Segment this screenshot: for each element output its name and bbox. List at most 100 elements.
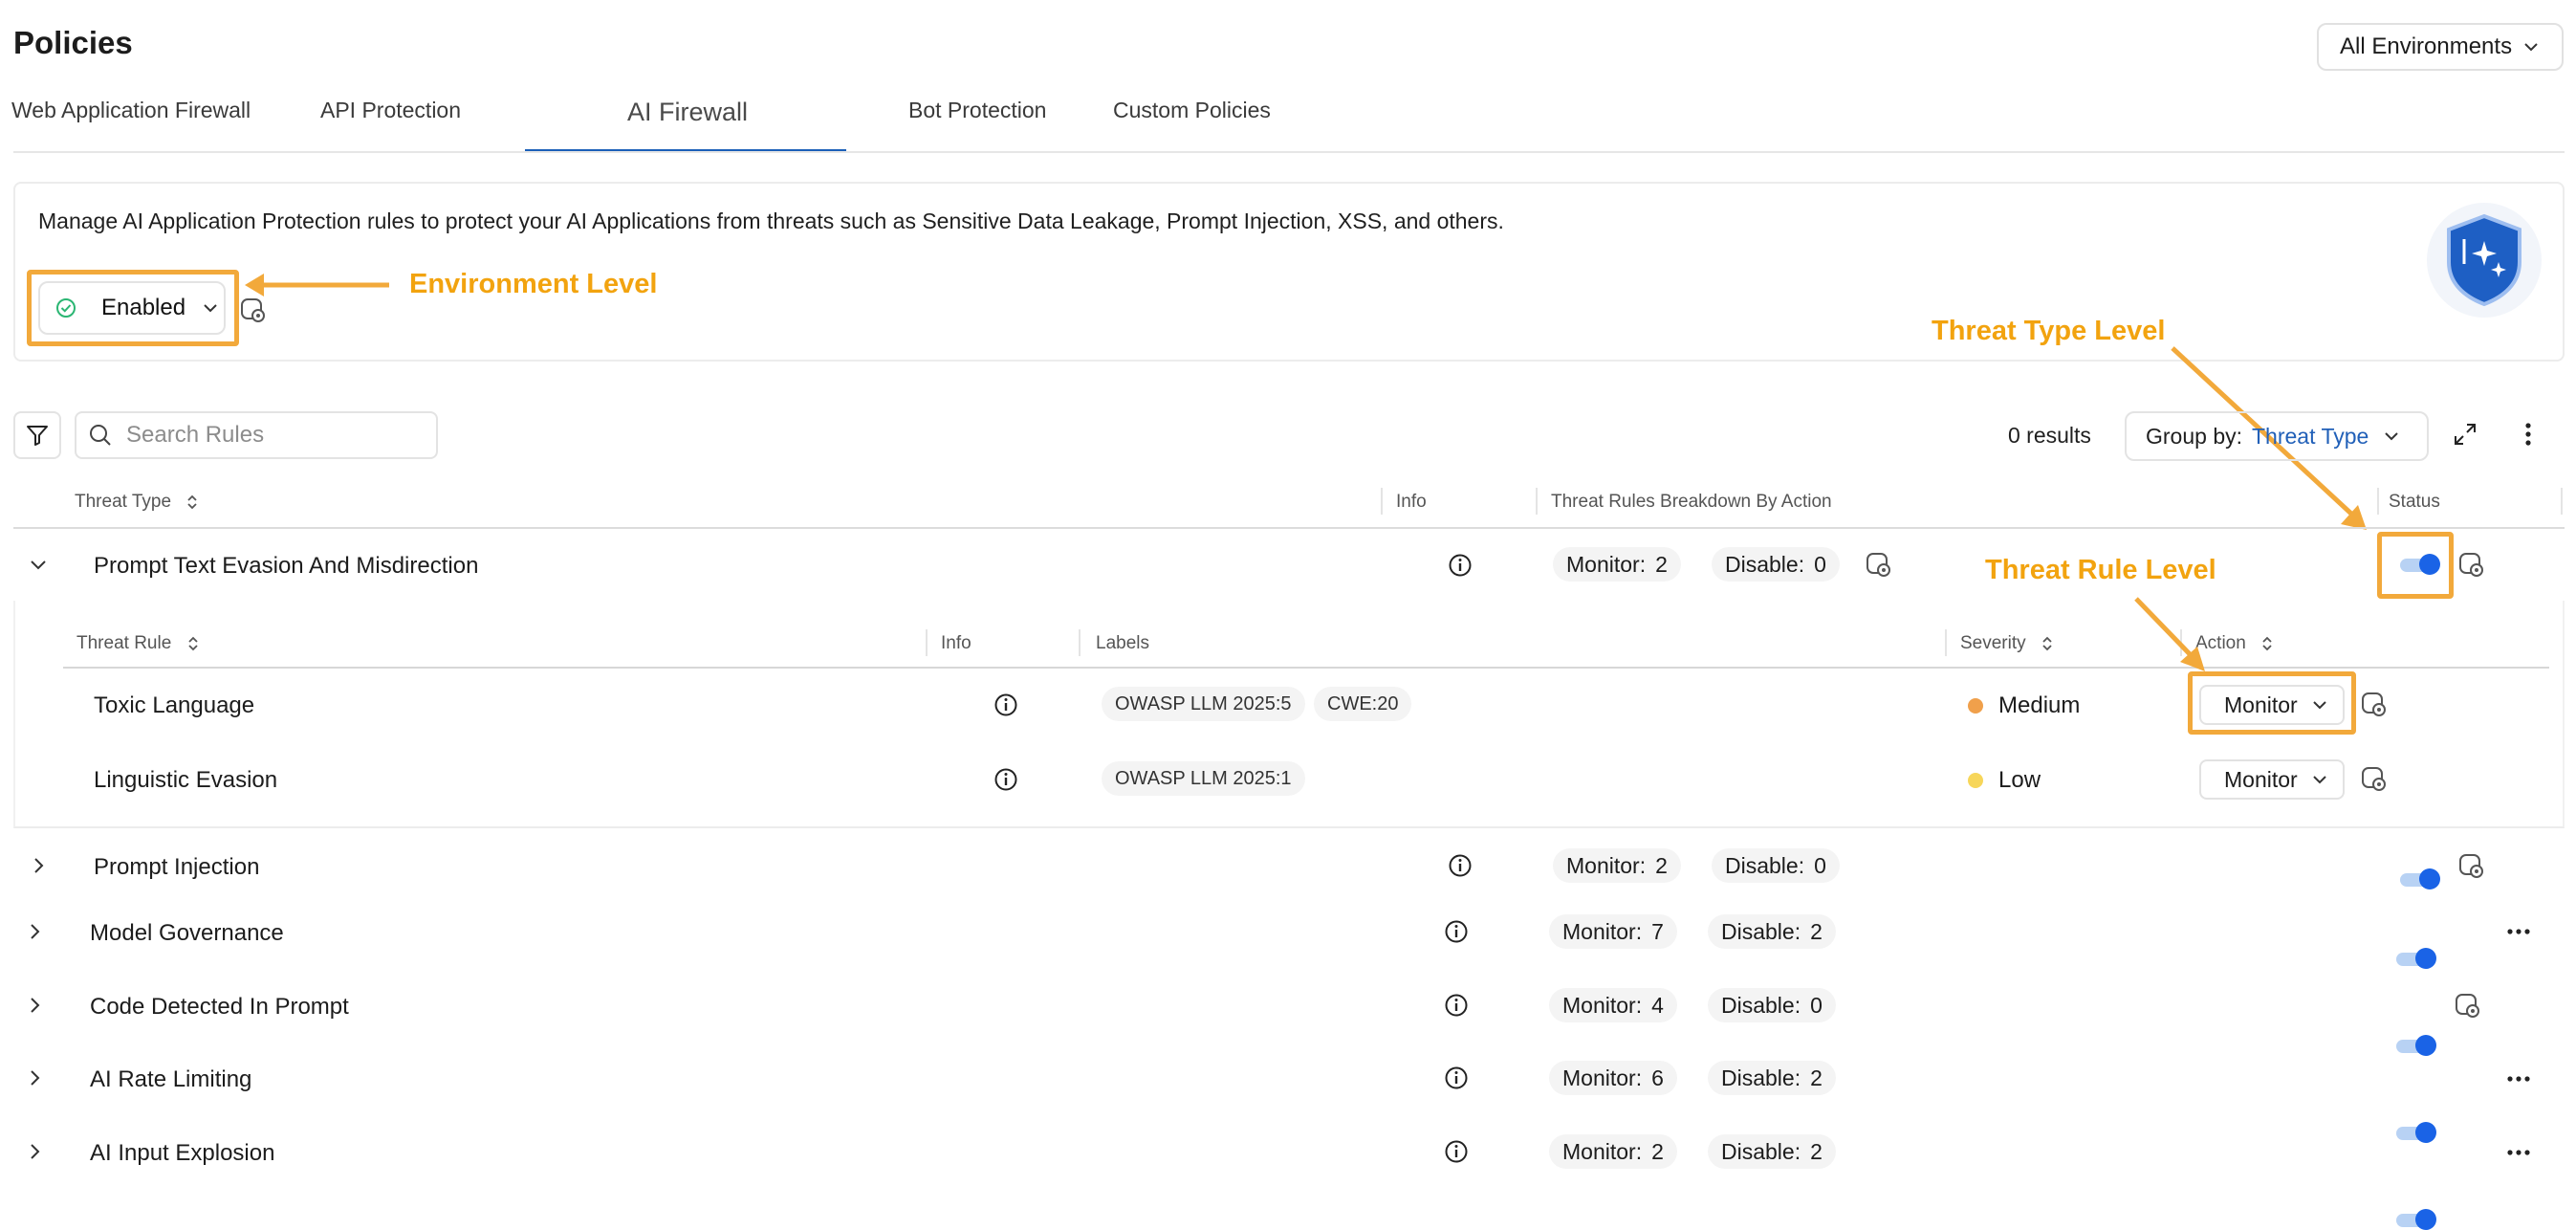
label-chip: OWASP LLM 2025:1	[1102, 761, 1305, 796]
disable-label: Disable:	[1721, 1138, 1801, 1164]
disable-label: Disable:	[1725, 852, 1805, 878]
monitor-count-pill: Monitor: 4	[1549, 988, 1677, 1022]
action-select[interactable]: Monitor	[2199, 759, 2345, 800]
expand-icon[interactable]	[2452, 421, 2478, 448]
threat-type-status-toggle[interactable]	[2396, 1035, 2436, 1056]
tab-ai-firewall[interactable]: AI Firewall	[627, 98, 748, 127]
disable-count: 0	[1810, 992, 1823, 1018]
info-icon[interactable]	[1444, 1065, 1469, 1090]
more-options-icon[interactable]	[2515, 421, 2542, 448]
disable-label: Disable:	[1721, 992, 1801, 1018]
policy-settings-icon[interactable]	[2454, 992, 2480, 1019]
monitor-label: Monitor:	[1562, 1138, 1643, 1164]
info-icon[interactable]	[1448, 853, 1473, 878]
severity-low-dot	[1968, 773, 1983, 788]
monitor-count-pill: Monitor: 6	[1549, 1061, 1677, 1095]
sort-icon	[186, 493, 199, 512]
column-divider	[1945, 629, 1947, 656]
tab-bot-protection[interactable]: Bot Protection	[908, 98, 1046, 123]
info-icon[interactable]	[1444, 919, 1469, 944]
chevron-down-icon	[2521, 37, 2541, 56]
threat-type-level-label: Threat Type Level	[1932, 316, 2166, 346]
filter-button[interactable]	[13, 411, 61, 459]
threat-type-status-toggle[interactable]	[2396, 948, 2436, 969]
disable-count-pill: Disable: 2	[1708, 914, 1836, 949]
column-divider	[2377, 488, 2379, 515]
column-severity[interactable]: Severity	[1960, 633, 2054, 654]
chevron-right-icon[interactable]	[23, 1140, 46, 1163]
search-rules-field[interactable]	[75, 411, 438, 459]
disable-label: Disable:	[1725, 551, 1805, 577]
chevron-right-icon[interactable]	[23, 1066, 46, 1089]
monitor-count: 2	[1655, 551, 1668, 577]
threat-rule-level-highlight	[2188, 671, 2356, 735]
search-input[interactable]	[124, 421, 415, 450]
column-threat-rule-label: Threat Rule	[76, 633, 172, 653]
disable-count: 2	[1810, 1065, 1823, 1090]
info-icon[interactable]	[1444, 1139, 1469, 1164]
monitor-label: Monitor:	[1562, 992, 1643, 1018]
info-icon[interactable]	[993, 767, 1018, 792]
group-by-select[interactable]: Group by: Threat Type	[2125, 411, 2429, 461]
disable-count: 2	[1810, 1138, 1823, 1164]
tab-api-protection[interactable]: API Protection	[320, 98, 461, 123]
policy-settings-icon[interactable]	[2360, 691, 2387, 717]
more-icon[interactable]	[2505, 1065, 2532, 1092]
monitor-count-pill: Monitor: 2	[1553, 848, 1681, 883]
threat-type-name: Prompt Injection	[94, 854, 260, 880]
column-threat-type[interactable]: Threat Type	[75, 492, 199, 513]
severity-value: Low	[1998, 767, 2041, 793]
label-chip: OWASP LLM 2025:5	[1102, 687, 1305, 721]
policy-settings-icon[interactable]	[1865, 551, 1891, 578]
monitor-count: 6	[1651, 1065, 1664, 1090]
threat-type-status-toggle[interactable]	[2400, 868, 2440, 890]
chevron-down-icon	[2382, 427, 2401, 446]
threat-type-level-highlight	[2377, 532, 2454, 599]
policy-settings-icon[interactable]	[2457, 852, 2484, 879]
column-threat-rule[interactable]: Threat Rule	[76, 633, 200, 654]
threat-type-status-toggle[interactable]	[2396, 1122, 2436, 1143]
threat-type-name: Prompt Text Evasion And Misdirection	[94, 553, 479, 579]
threat-rule-name: Toxic Language	[94, 692, 255, 718]
disable-count-pill: Disable: 0	[1712, 547, 1840, 582]
disable-count-pill: Disable: 0	[1708, 988, 1836, 1022]
info-icon[interactable]	[1444, 993, 1469, 1018]
threat-type-name: Model Governance	[90, 920, 284, 946]
environment-level-highlight	[27, 270, 239, 346]
tab-web-application-firewall[interactable]: Web Application Firewall	[11, 98, 251, 123]
info-icon[interactable]	[1448, 553, 1473, 578]
chevron-right-icon[interactable]	[23, 994, 46, 1017]
column-breakdown: Threat Rules Breakdown By Action	[1551, 492, 1832, 512]
disable-count: 0	[1814, 551, 1826, 577]
column-divider	[1536, 488, 1538, 515]
severity-value: Medium	[1998, 692, 2081, 718]
threat-rule-name: Linguistic Evasion	[94, 767, 278, 793]
environment-select[interactable]: All Environments	[2317, 23, 2564, 71]
policy-tabs: Web Application Firewall API Protection …	[0, 88, 2576, 153]
column-severity-label: Severity	[1960, 633, 2026, 653]
chevron-right-icon[interactable]	[23, 920, 46, 943]
column-divider	[2561, 488, 2563, 515]
column-status: Status	[2389, 492, 2440, 512]
environment-level-arrow	[241, 270, 394, 308]
threat-type-status-toggle[interactable]	[2396, 1209, 2436, 1230]
chevron-down-icon[interactable]	[27, 553, 50, 576]
threat-type-name: Code Detected In Prompt	[90, 994, 349, 1020]
column-info: Info	[941, 633, 971, 653]
chevron-right-icon[interactable]	[27, 854, 50, 877]
policy-settings-icon[interactable]	[2360, 765, 2387, 792]
disable-count-pill: Disable: 0	[1712, 848, 1840, 883]
group-by-label: Group by:	[2146, 423, 2242, 449]
monitor-count: 2	[1655, 852, 1668, 878]
more-icon[interactable]	[2505, 1139, 2532, 1166]
info-icon[interactable]	[993, 692, 1018, 717]
monitor-label: Monitor:	[1566, 551, 1647, 577]
disable-count: 0	[1814, 852, 1826, 878]
column-labels: Labels	[1096, 633, 1149, 653]
policy-settings-icon[interactable]	[2457, 551, 2484, 578]
disable-count-pill: Disable: 2	[1708, 1061, 1836, 1095]
more-icon[interactable]	[2505, 918, 2532, 945]
page-title: Policies	[13, 25, 133, 60]
threat-type-name: AI Rate Limiting	[90, 1066, 252, 1092]
tab-custom-policies[interactable]: Custom Policies	[1113, 98, 1271, 123]
